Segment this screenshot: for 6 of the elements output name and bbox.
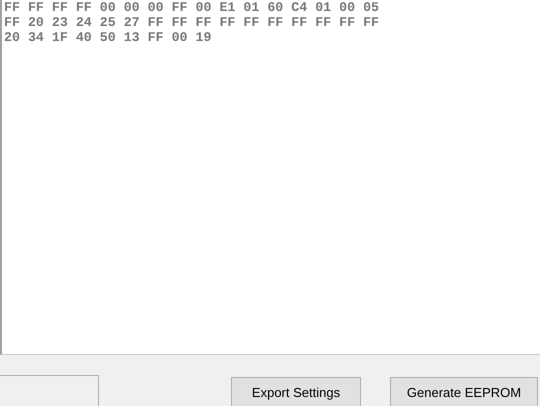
generate-eeprom-button[interactable]: Generate EEPROM — [390, 377, 538, 406]
hex-line: FF 20 23 24 25 27 FF FF FF FF FF FF FF FF FF FF — [4, 15, 380, 30]
hex-line: FF FF FF FF 00 00 00 FF 00 E1 01 60 C4 01 00 05 — [4, 0, 380, 15]
export-settings-button[interactable]: Export Settings — [231, 377, 361, 406]
hex-output-area[interactable]: FF FF FF FF 00 00 00 FF 00 E1 01 60 C4 01 00 05 FF 20 23 24 25 27 FF FF FF FF FF FF FF FF FF FF 20 34 1F 40 50 13 FF 00 19 — [0, 0, 540, 355]
hex-line: 20 34 1F 40 50 13 FF 00 19 — [4, 30, 212, 45]
